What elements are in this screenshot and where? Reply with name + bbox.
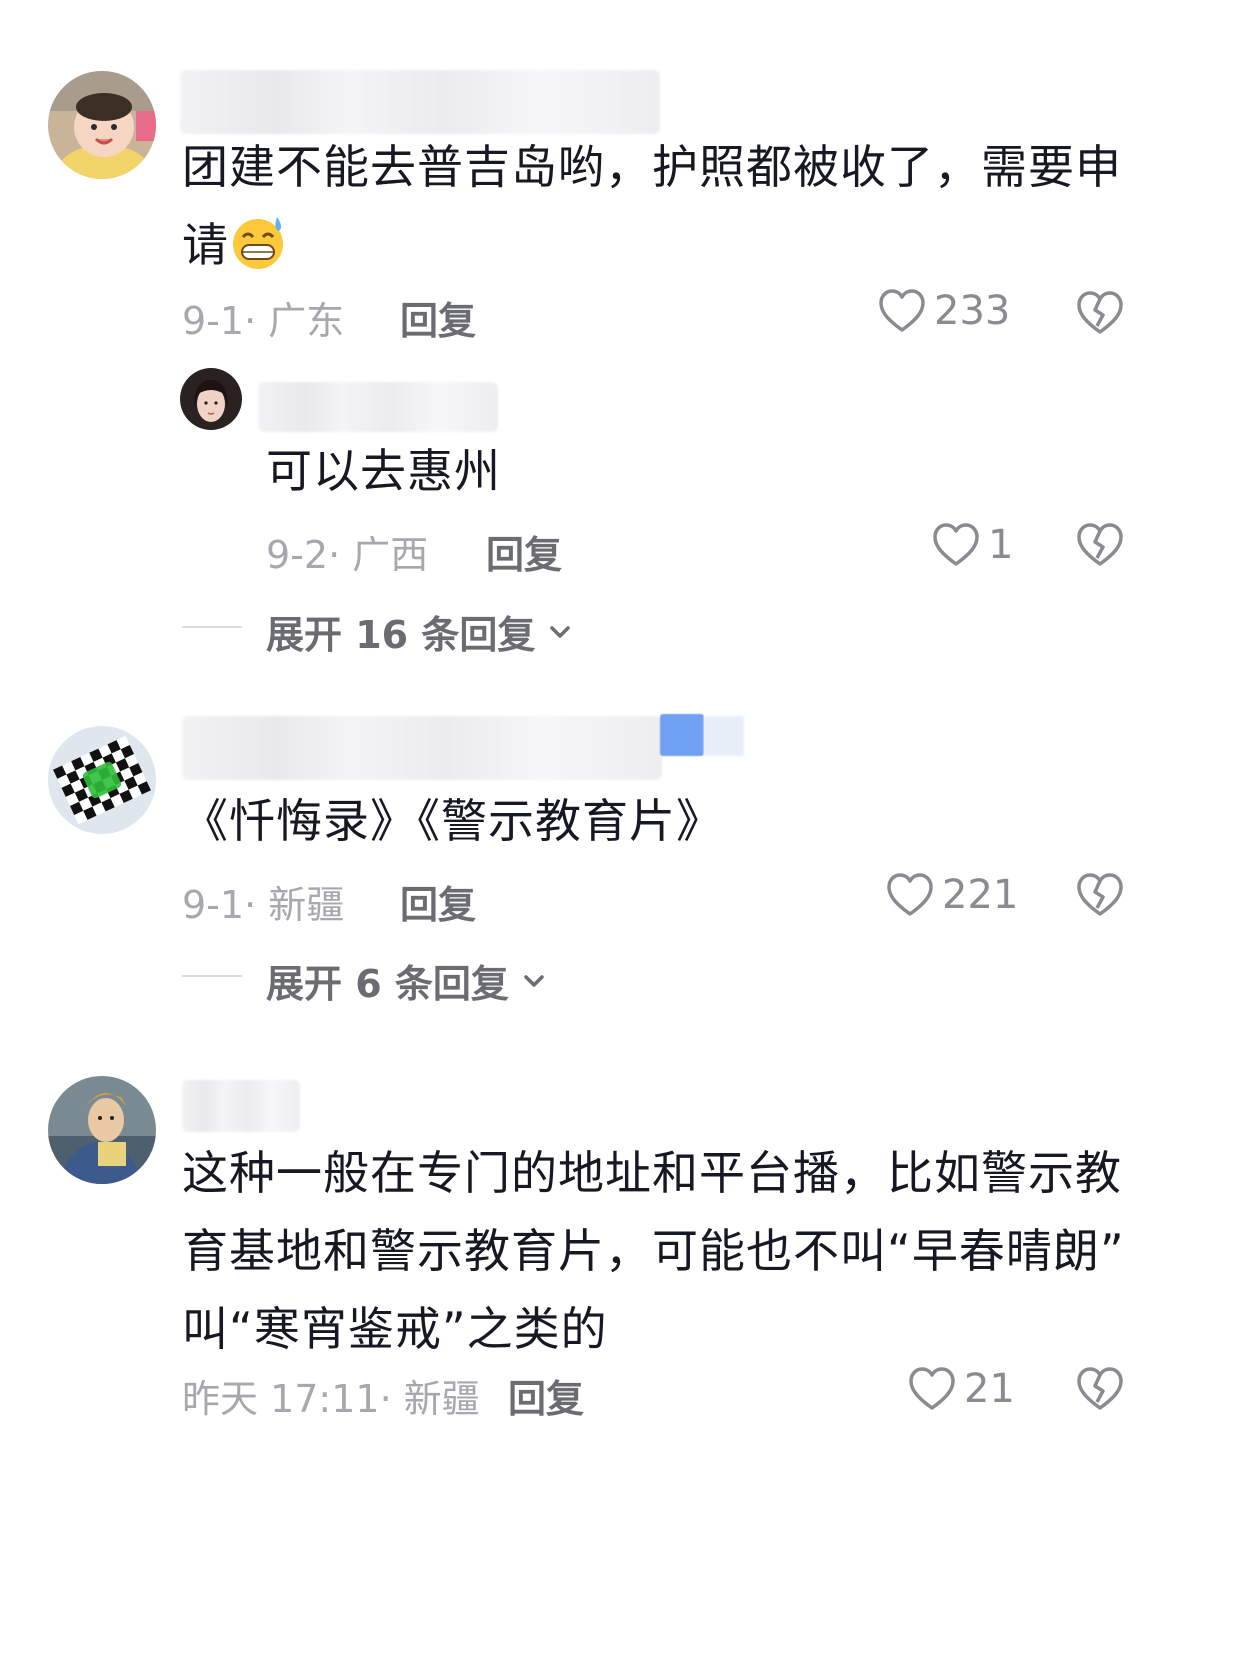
woman-avatar-icon	[180, 368, 242, 430]
heart-icon	[887, 873, 933, 916]
commenter-2-badge	[660, 714, 704, 756]
comment-1-reply-button[interactable]: 回复	[400, 290, 476, 345]
commenter-2-name-redacted[interactable]	[182, 716, 662, 780]
heart-icon	[933, 523, 979, 566]
comment-3-dislike-button[interactable]	[1076, 1366, 1124, 1416]
reply-1-dislike-button[interactable]	[1076, 522, 1124, 572]
comment-2-dislike-button[interactable]	[1076, 872, 1124, 922]
commenter-1-name-redacted[interactable]	[180, 70, 660, 134]
comment-1-meta: 9-1· 广东	[182, 299, 345, 343]
expand-divider	[182, 975, 242, 977]
avatar-commenter-1[interactable]	[48, 71, 156, 179]
comment-1-like-button[interactable]: 233	[878, 288, 1010, 334]
chevron-down-icon	[524, 974, 544, 987]
comment-3-line-2: 育基地和警示教育片，可能也不叫“早春晴朗”	[182, 1224, 1125, 1278]
reply-1-meta: 9-2· 广西	[266, 533, 429, 577]
avatar-commenter-2[interactable]	[48, 726, 156, 834]
comment-3-like-count: 21	[964, 1366, 1015, 1412]
commenter-2-badge-tail	[704, 716, 744, 756]
avatar-replier-1[interactable]	[180, 368, 242, 430]
reply-1-text: 可以去惠州	[266, 444, 501, 498]
replier-1-name-redacted[interactable]	[258, 382, 498, 432]
checkered-flag-avatar-icon	[48, 726, 156, 834]
comment-3-line-3: 叫“寒宵鉴戒”之类的	[182, 1302, 608, 1356]
expand-divider	[182, 626, 242, 628]
comment-2-expand-replies[interactable]: 展开 6 条回复	[266, 953, 549, 1008]
reply-1-like-button[interactable]: 1	[932, 522, 1013, 568]
comment-2-meta: 9-1· 新疆	[182, 883, 345, 927]
commenter-3-name-redacted[interactable]	[182, 1080, 300, 1132]
heart-icon	[879, 289, 925, 332]
comment-3-meta: 昨天 17:11· 新疆	[182, 1377, 480, 1421]
comment-1-expand-label: 展开 16 条回复	[266, 613, 536, 657]
broken-heart-icon	[1077, 523, 1123, 566]
comment-3-line-1: 这种一般在专门的地址和平台播，比如警示教	[182, 1146, 1122, 1200]
reply-1-reply-button[interactable]: 回复	[486, 524, 562, 579]
broken-heart-icon	[1077, 873, 1123, 916]
anime-character-avatar-icon	[48, 1076, 156, 1184]
broken-heart-icon	[1077, 291, 1123, 334]
comment-2-like-button[interactable]: 221	[886, 872, 1018, 918]
heart-icon	[909, 1367, 955, 1410]
comment-3-like-button[interactable]: 21	[908, 1366, 1015, 1412]
chevron-down-icon	[550, 625, 571, 638]
comment-3-text: 这种一般在专门的地址和平台播，比如警示教 育基地和警示教育片，可能也不叫“早春晴…	[182, 1134, 1202, 1368]
comment-1-line-1: 团建不能去普吉岛哟，护照都被收了，需要申	[182, 140, 1122, 194]
comment-1-dislike-button[interactable]	[1076, 290, 1124, 340]
comment-3-reply-button[interactable]: 回复	[508, 1368, 584, 1423]
comment-2-reply-button[interactable]: 回复	[400, 874, 476, 929]
comment-2-like-count: 221	[942, 872, 1019, 918]
broken-heart-icon	[1077, 1367, 1123, 1410]
comment-1-line-2: 请	[182, 218, 229, 272]
comment-2-expand-label: 展开 6 条回复	[266, 962, 509, 1006]
avatar-commenter-3[interactable]	[48, 1076, 156, 1184]
reply-1-like-count: 1	[988, 522, 1014, 568]
comment-1-expand-replies[interactable]: 展开 16 条回复	[266, 604, 575, 659]
comment-1-like-count: 233	[934, 288, 1011, 334]
baby-avatar-icon	[48, 71, 156, 179]
comment-2-text: 《忏悔录》《警示教育片》	[182, 794, 723, 848]
comment-1-text: 团建不能去普吉岛哟，护照都被收了，需要申 请	[182, 128, 1182, 284]
grinning-sweat-emoji-icon	[233, 217, 283, 269]
